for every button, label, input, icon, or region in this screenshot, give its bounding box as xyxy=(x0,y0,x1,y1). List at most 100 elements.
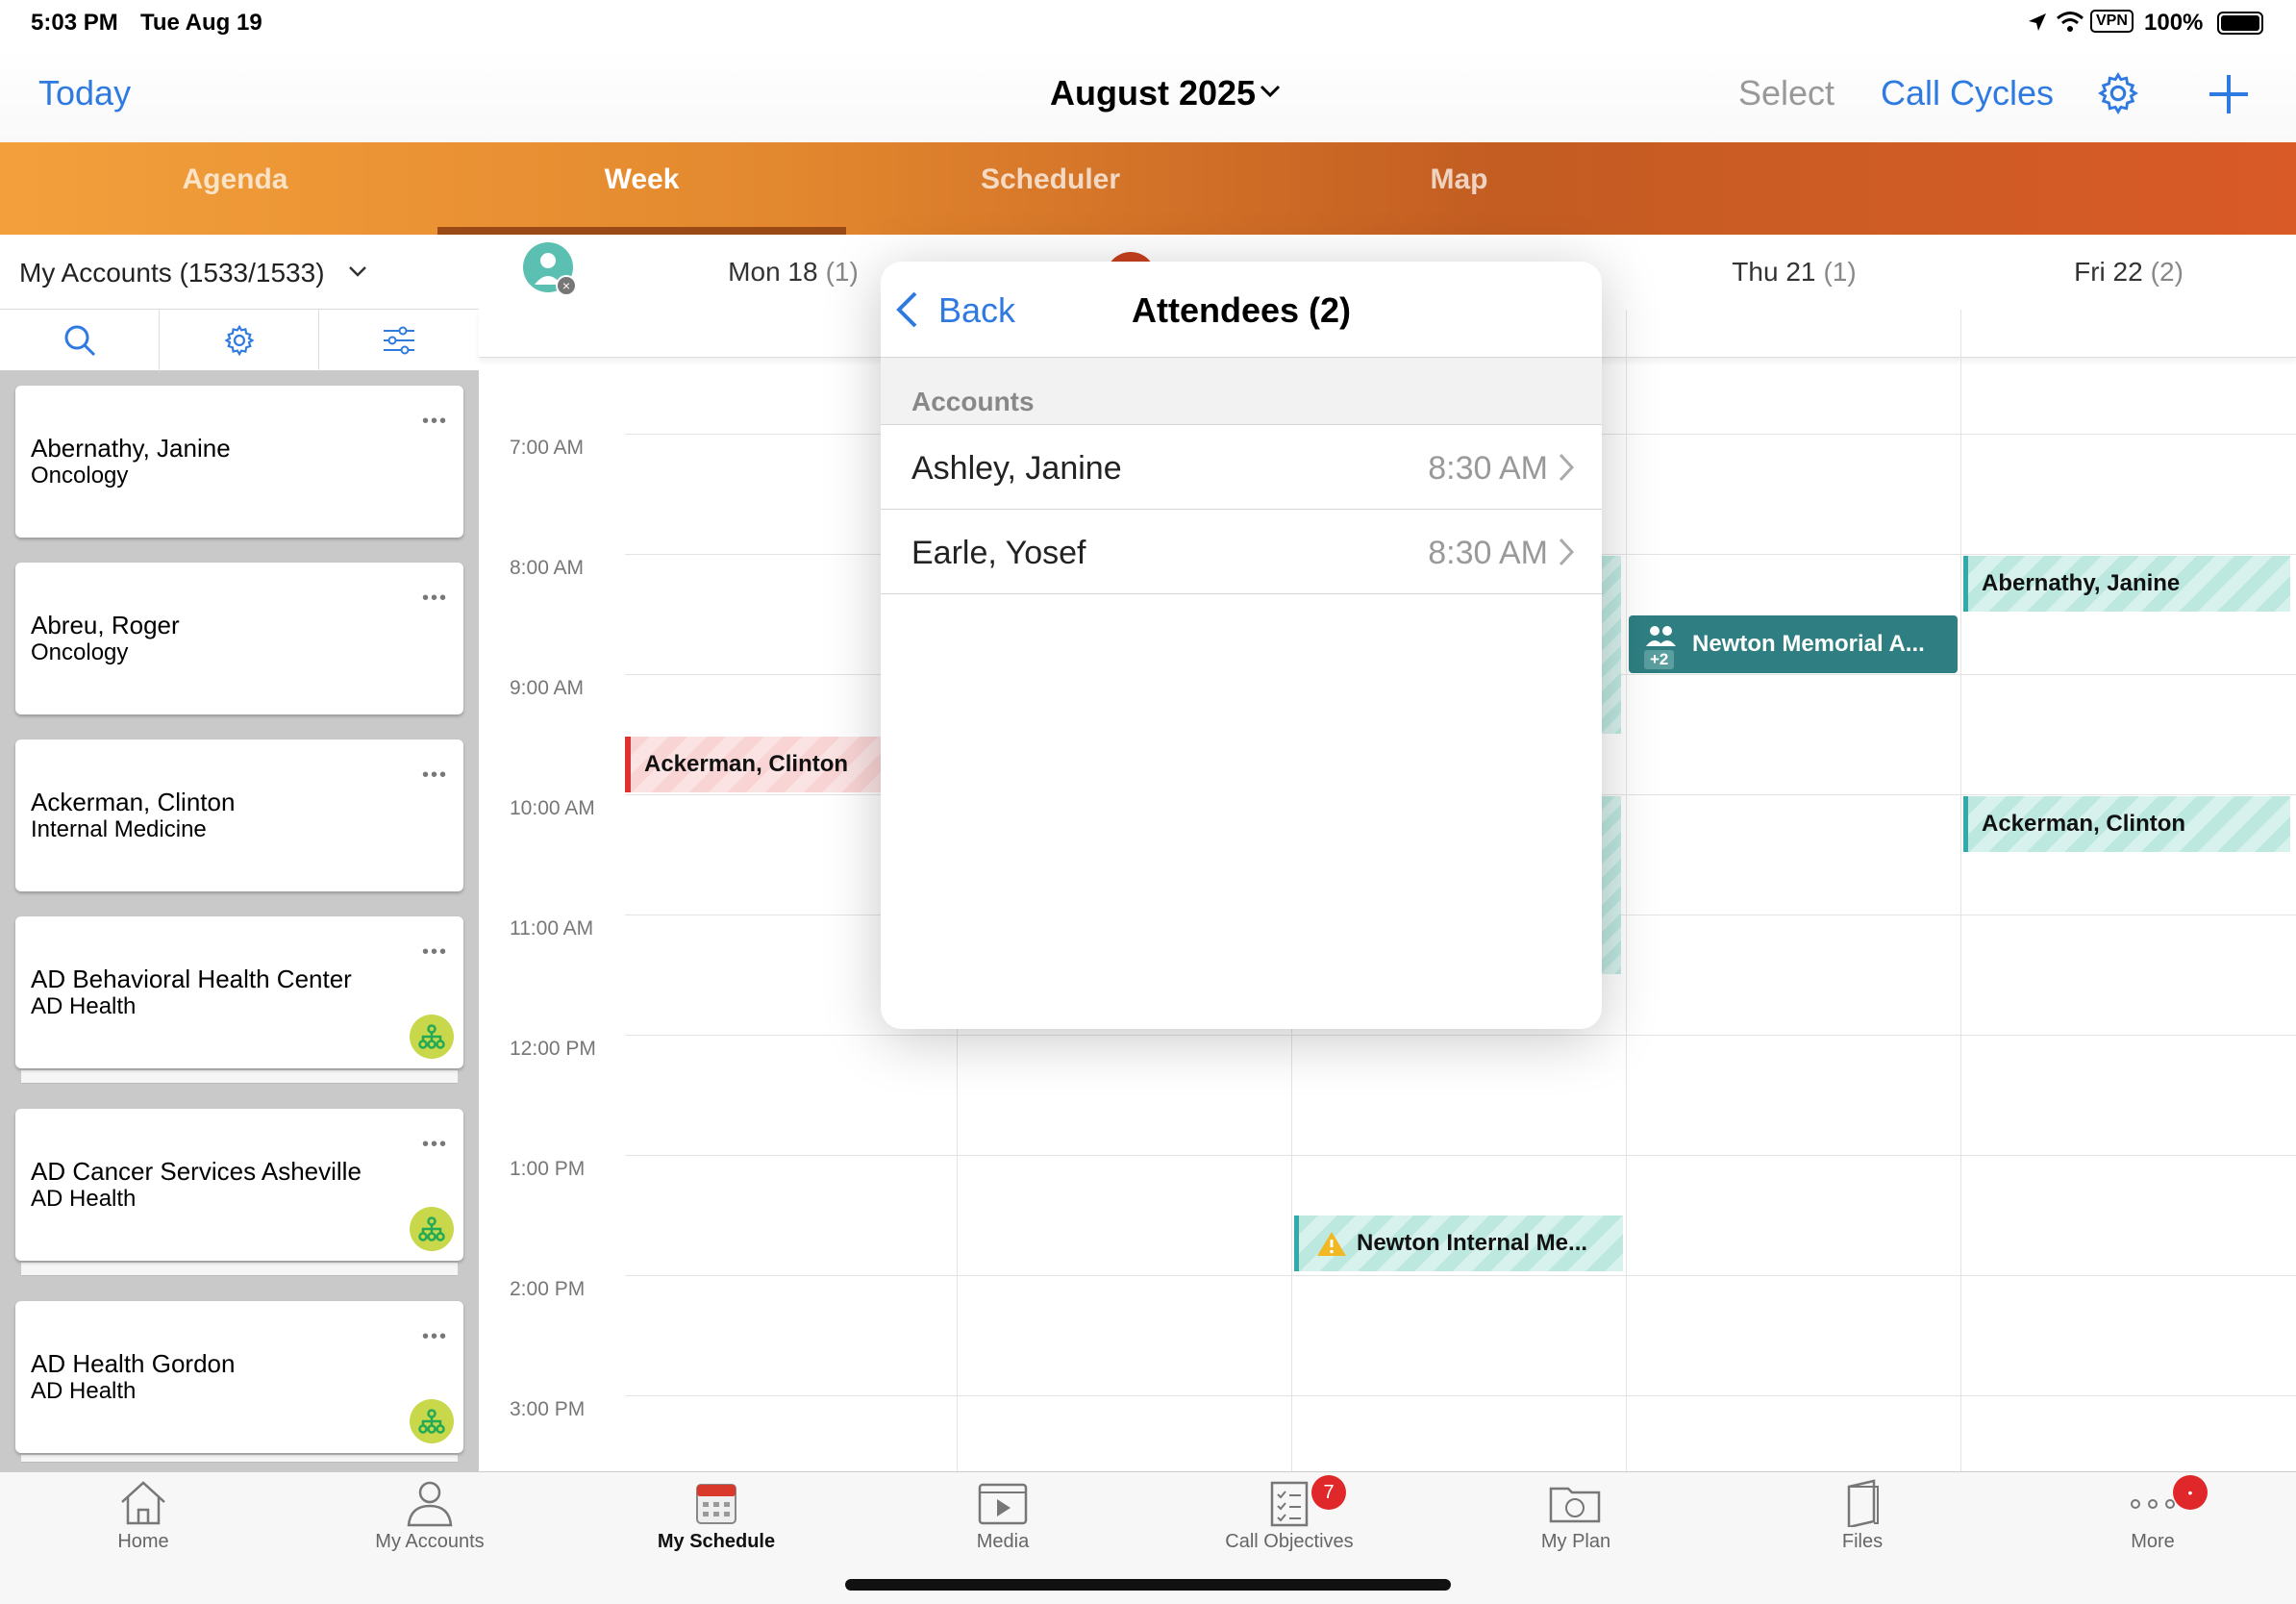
home-indicator xyxy=(845,1579,1451,1591)
attendee-row[interactable]: Ashley, Janine 8:30 AM xyxy=(881,425,1602,510)
calendar-event[interactable]: Abernathy, Janine xyxy=(1963,556,2290,612)
more-options-icon[interactable]: ••• xyxy=(422,588,448,610)
gear-icon xyxy=(223,324,255,357)
media-icon xyxy=(978,1483,1028,1525)
bottom-tab-home[interactable]: Home xyxy=(0,1479,287,1566)
more-options-icon[interactable]: ••• xyxy=(422,1326,448,1348)
time-label: 8:00 AM xyxy=(510,557,585,579)
account-name: AD Cancer Services Asheville xyxy=(31,1157,362,1186)
status-bar xyxy=(0,0,2296,46)
day-label: Mon 18 xyxy=(728,257,818,287)
hour-line xyxy=(625,1035,2296,1036)
time-label: 9:00 AM xyxy=(510,677,585,699)
bottom-tab-more[interactable]: More xyxy=(2009,1479,2296,1566)
account-card[interactable]: ••• Ackerman, Clinton Internal Medicine xyxy=(15,739,463,891)
tab-indicator xyxy=(437,227,846,235)
account-specialty: AD Health xyxy=(31,993,137,1019)
calendar-event[interactable]: Ackerman, Clinton xyxy=(625,737,881,792)
account-card[interactable]: ••• AD Health Gordon AD Health xyxy=(15,1301,463,1453)
more-icon xyxy=(2131,1499,2175,1509)
account-card[interactable]: ••• Abernathy, Janine Oncology xyxy=(15,386,463,538)
account-card[interactable]: ••• Abreu, Roger Oncology xyxy=(15,563,463,714)
tab-label: Home xyxy=(117,1531,169,1552)
search-button[interactable] xyxy=(0,310,160,371)
bottom-tab-media[interactable]: Media xyxy=(860,1479,1146,1566)
close-icon[interactable]: × xyxy=(556,275,577,296)
day-header-mon[interactable]: Mon 18 (1) xyxy=(683,235,904,310)
notification-badge: 7 xyxy=(1311,1475,1346,1510)
account-specialty: Internal Medicine xyxy=(31,816,207,842)
card-stack-shadow xyxy=(21,1455,458,1463)
notification-badge: • xyxy=(2173,1475,2208,1510)
calendar-event[interactable]: Newton Internal Me... xyxy=(1294,1216,1623,1271)
gear-icon[interactable] xyxy=(2096,71,2140,115)
user-avatar-icon[interactable]: × xyxy=(523,242,577,296)
event-title: Newton Internal Me... xyxy=(1357,1230,1588,1256)
calendar-event[interactable]: Ackerman, Clinton xyxy=(1963,796,2290,852)
bottom-tab-my-plan[interactable]: My Plan xyxy=(1433,1479,1719,1566)
battery-icon xyxy=(2217,12,2263,35)
tab-week[interactable]: Week xyxy=(437,163,846,196)
tab-scheduler[interactable]: Scheduler xyxy=(846,163,1255,196)
more-options-icon[interactable]: ••• xyxy=(422,764,448,787)
day-label: Thu 21 xyxy=(1732,257,1816,287)
filter-button[interactable] xyxy=(319,310,479,371)
time-label: 1:00 PM xyxy=(510,1158,586,1180)
select-button[interactable]: Select xyxy=(1738,73,1834,113)
more-options-icon[interactable]: ••• xyxy=(422,1134,448,1156)
add-icon[interactable] xyxy=(2208,73,2250,115)
hierarchy-icon[interactable] xyxy=(410,1015,454,1059)
time-label: 11:00 AM xyxy=(510,917,594,940)
group-icon xyxy=(1646,626,1676,646)
calendar-event[interactable] xyxy=(1602,796,1621,974)
card-stack-shadow xyxy=(21,1076,458,1084)
call-cycles-button[interactable]: Call Cycles xyxy=(1881,73,2054,113)
bottom-tab-files[interactable]: Files xyxy=(1719,1479,2006,1566)
account-settings-button[interactable] xyxy=(160,310,319,371)
chevron-down-icon xyxy=(349,266,366,277)
account-name: Abernathy, Janine xyxy=(31,434,231,463)
tab-agenda[interactable]: Agenda xyxy=(31,163,439,196)
hierarchy-icon[interactable] xyxy=(410,1207,454,1251)
account-card[interactable]: ••• AD Behavioral Health Center AD Healt… xyxy=(15,916,463,1068)
more-options-icon[interactable]: ••• xyxy=(422,411,448,433)
checklist-icon xyxy=(1270,1481,1309,1527)
tab-label: Call Objectives xyxy=(1225,1531,1354,1552)
tab-label: My Accounts xyxy=(375,1531,485,1552)
calendar-event[interactable]: +2 Newton Memorial A... xyxy=(1629,615,1958,673)
today-button[interactable]: Today xyxy=(38,73,131,113)
account-specialty: Oncology xyxy=(31,463,129,489)
day-divider xyxy=(1626,310,1627,1471)
popover-title: Attendees (2) xyxy=(1131,290,1352,330)
chevron-down-icon[interactable] xyxy=(1260,85,1281,98)
month-title[interactable]: August 2025 xyxy=(1050,73,1256,113)
location-arrow-icon xyxy=(2029,13,2046,31)
tab-label: My Schedule xyxy=(657,1531,776,1552)
day-header-fri[interactable]: Fri 22 (2) xyxy=(1961,235,2296,310)
attendee-count-badge: +2 xyxy=(1644,650,1675,669)
card-stack-shadow xyxy=(21,1268,458,1276)
account-specialty: AD Health xyxy=(31,1378,137,1404)
time-label: 7:00 AM xyxy=(510,437,585,459)
tab-map[interactable]: Map xyxy=(1255,163,1663,196)
account-name: Ackerman, Clinton xyxy=(31,788,236,816)
hierarchy-icon[interactable] xyxy=(410,1399,454,1443)
chevron-right-icon xyxy=(1559,538,1575,566)
account-card[interactable]: ••• AD Cancer Services Asheville AD Heal… xyxy=(15,1109,463,1261)
calendar-event[interactable] xyxy=(1602,556,1621,734)
day-header-thu[interactable]: Thu 21 (1) xyxy=(1627,235,1961,310)
day-divider xyxy=(1960,310,1961,1471)
battery-percent: 100% xyxy=(2144,10,2204,36)
bottom-tab-my-accounts[interactable]: My Accounts xyxy=(287,1479,573,1566)
bottom-tab-my-schedule[interactable]: My Schedule xyxy=(573,1479,860,1566)
time-label: 10:00 AM xyxy=(510,797,595,819)
section-label: Accounts xyxy=(911,387,1035,416)
accounts-header[interactable]: My Accounts (1533/1533) xyxy=(0,235,479,310)
attendees-popover: Back Attendees (2) Accounts Ashley, Jani… xyxy=(881,262,1602,1029)
more-options-icon[interactable]: ••• xyxy=(422,941,448,964)
time-label: 12:00 PM xyxy=(510,1038,596,1060)
bottom-tab-call-objectives[interactable]: Call Objectives xyxy=(1146,1479,1433,1566)
attendee-row[interactable]: Earle, Yosef 8:30 AM xyxy=(881,510,1602,594)
attendee-name: Earle, Yosef xyxy=(911,535,1086,571)
day-label: Fri 22 xyxy=(2074,257,2143,287)
